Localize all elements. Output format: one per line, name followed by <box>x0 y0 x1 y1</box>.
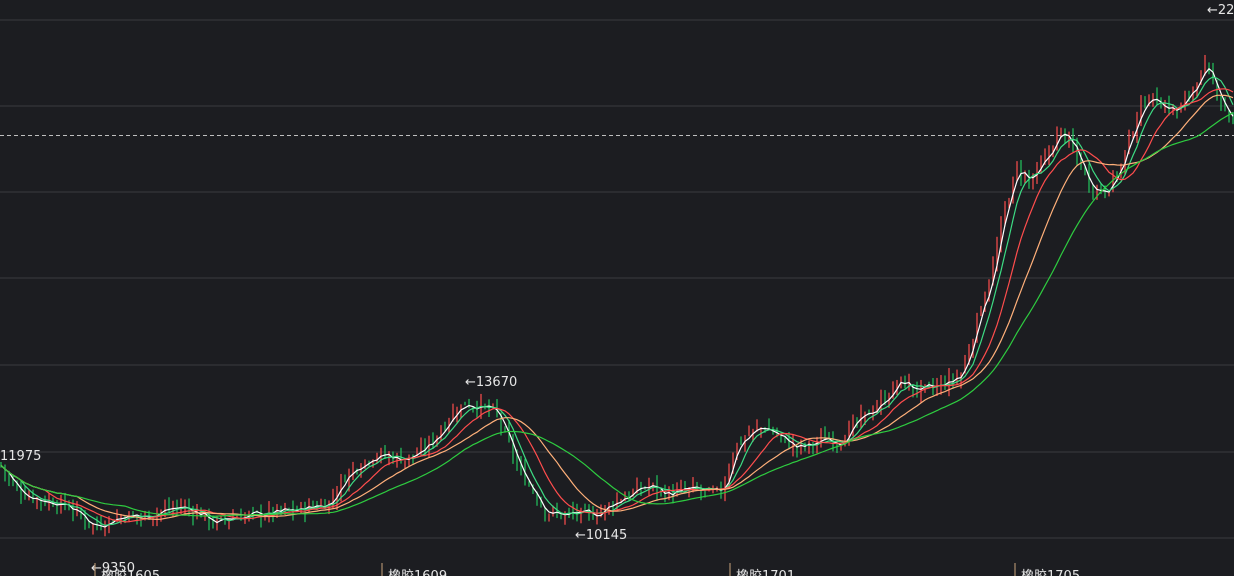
x-tick-label: 橡胶1605 <box>101 568 160 576</box>
x-axis-ticks: 橡胶1605 橡胶1609 橡胶1701 橡胶1705 <box>94 563 1080 576</box>
price-annotation: ←10145 <box>575 528 627 543</box>
ma-line-green <box>0 111 1234 517</box>
candles <box>0 54 1234 537</box>
x-tick-label: 橡胶1701 <box>736 568 795 576</box>
x-tick-label: 橡胶1705 <box>1021 568 1080 576</box>
price-annotation: ←13670 <box>465 375 517 390</box>
ma-line-white <box>0 67 1234 528</box>
price-annotation: 11975 <box>0 449 41 464</box>
candlestick-chart: ←13670←1014511975←9350←22 橡胶1605橡胶1609橡胶… <box>0 3 1234 576</box>
moving-averages <box>0 67 1234 528</box>
ma-line-light-green <box>0 76 1234 527</box>
x-tick-label: 橡胶1609 <box>388 568 447 576</box>
price-annotation: ←22 <box>1207 3 1234 18</box>
ma-line-red <box>0 88 1234 523</box>
